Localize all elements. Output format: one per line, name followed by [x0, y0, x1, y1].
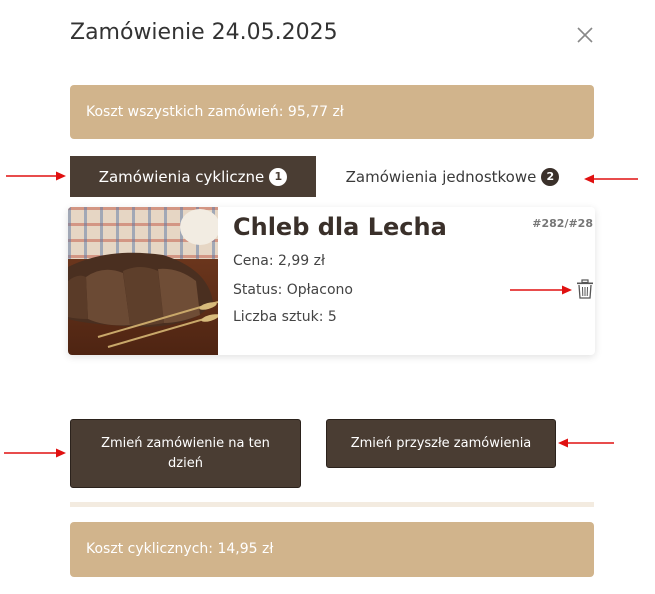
section-divider: [70, 502, 594, 507]
change-day-order-button[interactable]: Zmień zamówienie na ten dzień: [70, 419, 301, 488]
order-id: #282/#28: [532, 217, 593, 230]
tab-cyclic-orders[interactable]: Zamówienia cykliczne 1: [70, 156, 316, 197]
change-future-orders-button[interactable]: Zmień przyszłe zamówienia: [326, 419, 556, 468]
bread-photo: [68, 207, 218, 355]
modal-title: Zamówienie 24.05.2025: [70, 20, 338, 45]
order-status: Status: Opłacono: [233, 282, 353, 298]
annotation-arrow-right-icon: [510, 285, 572, 295]
tab-single-label: Zamówienia jednostkowe: [345, 167, 537, 186]
tab-single-count-badge: 2: [541, 167, 560, 186]
annotation-arrow-left-icon: [584, 174, 638, 184]
order-modal: Zamówienie 24.05.2025 Koszt wszystkich z…: [0, 0, 655, 594]
annotation-arrow-right-icon: [6, 171, 66, 181]
close-icon[interactable]: [575, 25, 595, 45]
product-name: Chleb dla Lecha: [233, 213, 447, 241]
order-card: Chleb dla Lecha #282/#28 Cena: 2,99 zł S…: [68, 207, 595, 355]
tab-cyclic-label: Zamówienia cykliczne: [98, 167, 265, 186]
tab-single-orders[interactable]: Zamówienia jednostkowe 2: [330, 156, 575, 197]
annotation-arrow-right-icon: [4, 448, 66, 458]
order-quantity: Liczba sztuk: 5: [233, 309, 337, 325]
tab-cyclic-count-badge: 1: [269, 167, 288, 186]
trash-icon[interactable]: [576, 279, 594, 299]
total-cost-summary: Koszt wszystkich zamówień: 95,77 zł: [70, 85, 594, 139]
annotation-arrow-left-icon: [558, 438, 614, 448]
cyclic-cost-summary: Koszt cyklicznych: 14,95 zł: [70, 522, 594, 577]
product-price: Cena: 2,99 zł: [233, 253, 325, 269]
